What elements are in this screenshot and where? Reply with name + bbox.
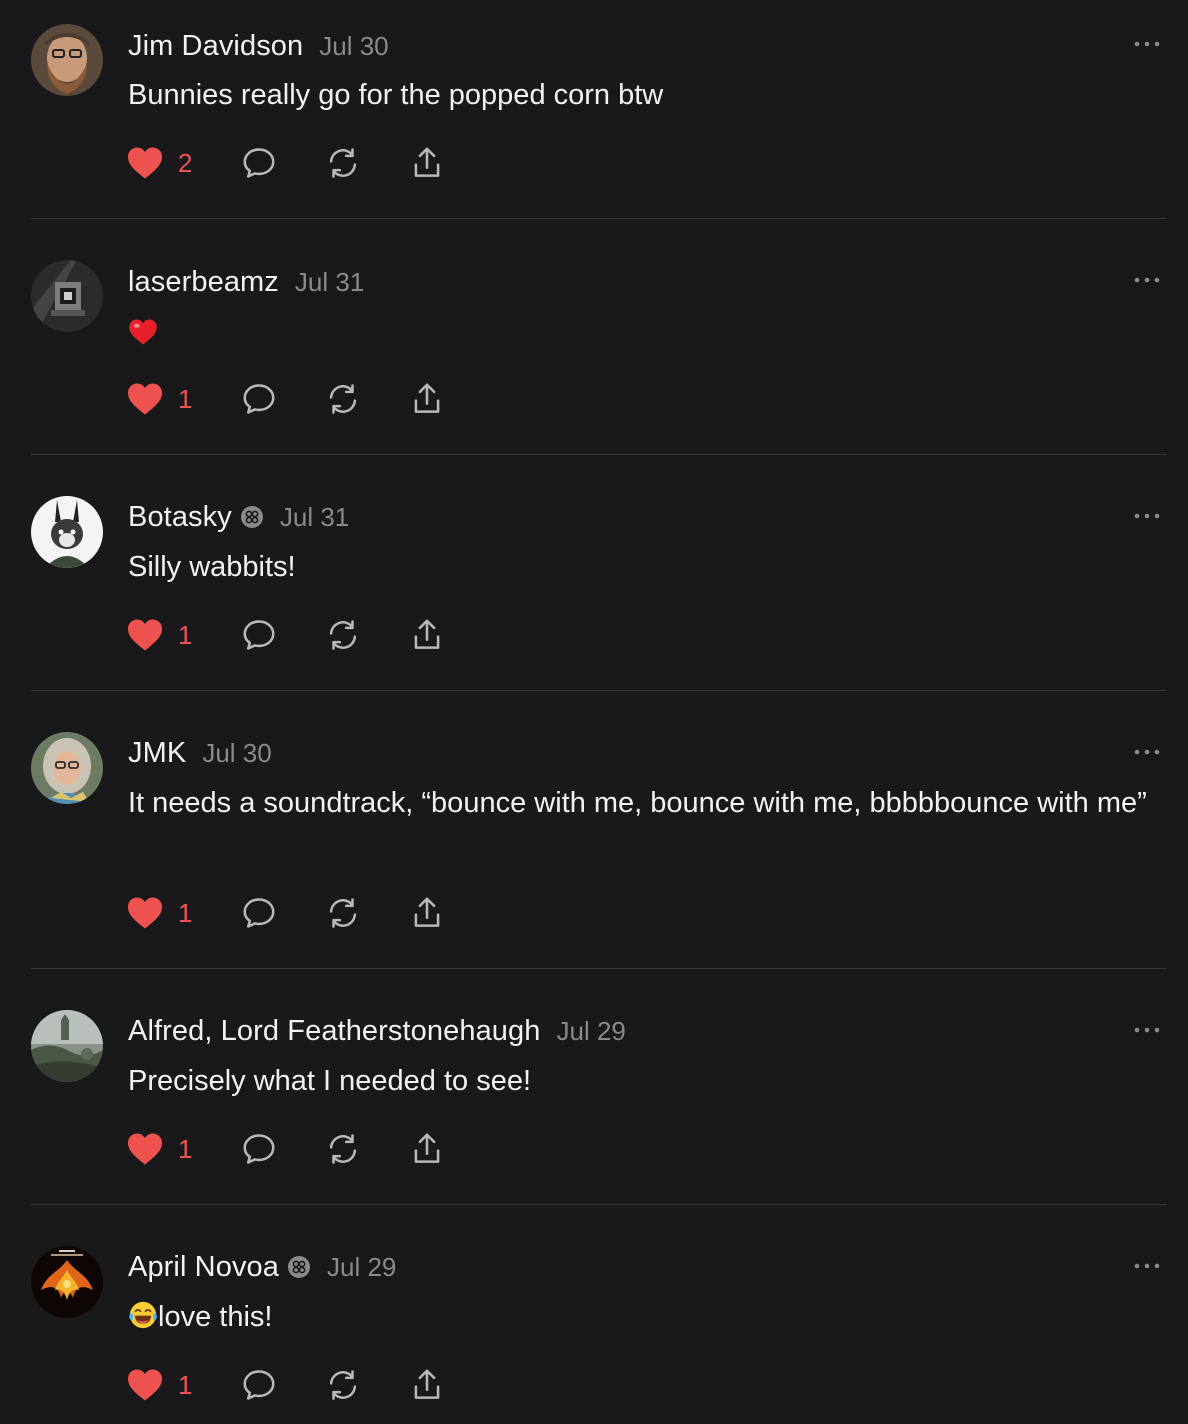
avatar[interactable] — [31, 24, 103, 96]
speech-bubble-icon[interactable] — [240, 1130, 278, 1168]
comment-actions: 2 — [126, 143, 446, 183]
avatar[interactable] — [31, 496, 103, 568]
share-icon[interactable] — [408, 1130, 446, 1168]
comment-date[interactable]: Jul 29 — [557, 1016, 626, 1047]
red-heart-emoji-icon — [129, 319, 157, 345]
comment-divider — [31, 218, 1167, 219]
comment-header: JMK Jul 30 — [128, 733, 272, 773]
restack-icon[interactable] — [324, 894, 362, 932]
avatar[interactable] — [31, 1246, 103, 1318]
like-count: 2 — [178, 147, 193, 178]
heart-icon — [128, 1369, 162, 1401]
like-button[interactable]: 1 — [126, 382, 198, 416]
author-name[interactable]: Jim Davidson — [128, 30, 303, 63]
comment-divider — [31, 690, 1167, 691]
laughing-tears-emoji-icon — [129, 1301, 157, 1329]
comment-date[interactable]: Jul 30 — [202, 738, 271, 769]
author-name[interactable]: Alfred, Lord Featherstonehaugh — [128, 1015, 541, 1048]
comment-text — [128, 310, 1173, 352]
comment-header: Botasky Jul 31 — [128, 497, 349, 537]
like-button[interactable]: 1 — [126, 896, 198, 930]
like-count: 1 — [178, 383, 193, 414]
comment-actions: 1 — [126, 1129, 446, 1169]
author-name[interactable]: April Novoa — [128, 1251, 279, 1284]
heart-icon — [128, 619, 162, 651]
share-icon[interactable] — [408, 1366, 446, 1404]
more-dots-icon[interactable] — [1132, 270, 1162, 290]
author-name[interactable]: laserbeamz — [128, 266, 279, 299]
like-button[interactable]: 1 — [126, 618, 198, 652]
avatar[interactable] — [31, 260, 103, 332]
comment-text: love this! — [128, 1296, 1173, 1338]
comment-date[interactable]: Jul 31 — [295, 267, 364, 298]
comment-header: Jim Davidson Jul 30 — [128, 26, 389, 66]
comment-divider — [31, 1204, 1167, 1205]
share-icon[interactable] — [408, 144, 446, 182]
heart-icon — [128, 897, 162, 929]
like-button[interactable]: 1 — [126, 1368, 198, 1402]
speech-bubble-icon[interactable] — [240, 380, 278, 418]
more-dots-icon[interactable] — [1132, 1020, 1162, 1040]
comment-header: April Novoa Jul 29 — [128, 1247, 396, 1287]
comment-actions: 1 — [126, 1365, 446, 1405]
more-dots-icon[interactable] — [1132, 1256, 1162, 1276]
heart-icon — [128, 147, 162, 179]
comment-date[interactable]: Jul 31 — [280, 502, 349, 533]
share-icon[interactable] — [408, 894, 446, 932]
author-name[interactable]: JMK — [128, 737, 186, 770]
author-name[interactable]: Botasky — [128, 501, 232, 534]
comment-text: It needs a soundtrack, “bounce with me, … — [128, 787, 1147, 819]
comment-text: Bunnies really go for the popped corn bt… — [128, 79, 664, 111]
comment-date[interactable]: Jul 29 — [327, 1252, 396, 1283]
restack-icon[interactable] — [324, 1366, 362, 1404]
share-icon[interactable] — [408, 380, 446, 418]
like-count: 1 — [178, 619, 193, 650]
restack-icon[interactable] — [324, 1130, 362, 1168]
comment-text-content: love this! — [158, 1301, 273, 1333]
avatar[interactable] — [31, 732, 103, 804]
verified-badge-icon — [240, 506, 263, 528]
like-button[interactable]: 2 — [126, 146, 198, 180]
speech-bubble-icon[interactable] — [240, 144, 278, 182]
speech-bubble-icon[interactable] — [240, 894, 278, 932]
speech-bubble-icon[interactable] — [240, 1366, 278, 1404]
heart-icon — [128, 383, 162, 415]
comment-actions: 1 — [126, 615, 446, 655]
avatar[interactable] — [31, 1010, 103, 1082]
like-button[interactable]: 1 — [126, 1132, 198, 1166]
more-dots-icon[interactable] — [1132, 34, 1162, 54]
like-count: 1 — [178, 897, 193, 928]
like-count: 1 — [178, 1133, 193, 1164]
comment-actions: 1 — [126, 379, 446, 419]
verified-badge-icon — [288, 1256, 310, 1278]
speech-bubble-icon[interactable] — [240, 616, 278, 654]
share-icon[interactable] — [408, 616, 446, 654]
like-count: 1 — [178, 1369, 193, 1400]
comment-feed: Jim Davidson Jul 30 Bunnies really go fo… — [0, 0, 1188, 1424]
comment-header: Alfred, Lord Featherstonehaugh Jul 29 — [128, 1011, 626, 1051]
comment-header: laserbeamz Jul 31 — [128, 262, 364, 302]
heart-icon — [128, 1133, 162, 1165]
comment-date[interactable]: Jul 30 — [319, 31, 388, 62]
restack-icon[interactable] — [324, 144, 362, 182]
comment-text: Precisely what I needed to see! — [128, 1065, 532, 1097]
restack-icon[interactable] — [324, 380, 362, 418]
comment-actions: 1 — [126, 893, 446, 933]
more-dots-icon[interactable] — [1132, 742, 1162, 762]
more-dots-icon[interactable] — [1132, 506, 1162, 526]
comment-divider — [31, 454, 1167, 455]
comment-divider — [31, 968, 1167, 969]
comment-text: Silly wabbits! — [128, 551, 296, 583]
restack-icon[interactable] — [324, 616, 362, 654]
